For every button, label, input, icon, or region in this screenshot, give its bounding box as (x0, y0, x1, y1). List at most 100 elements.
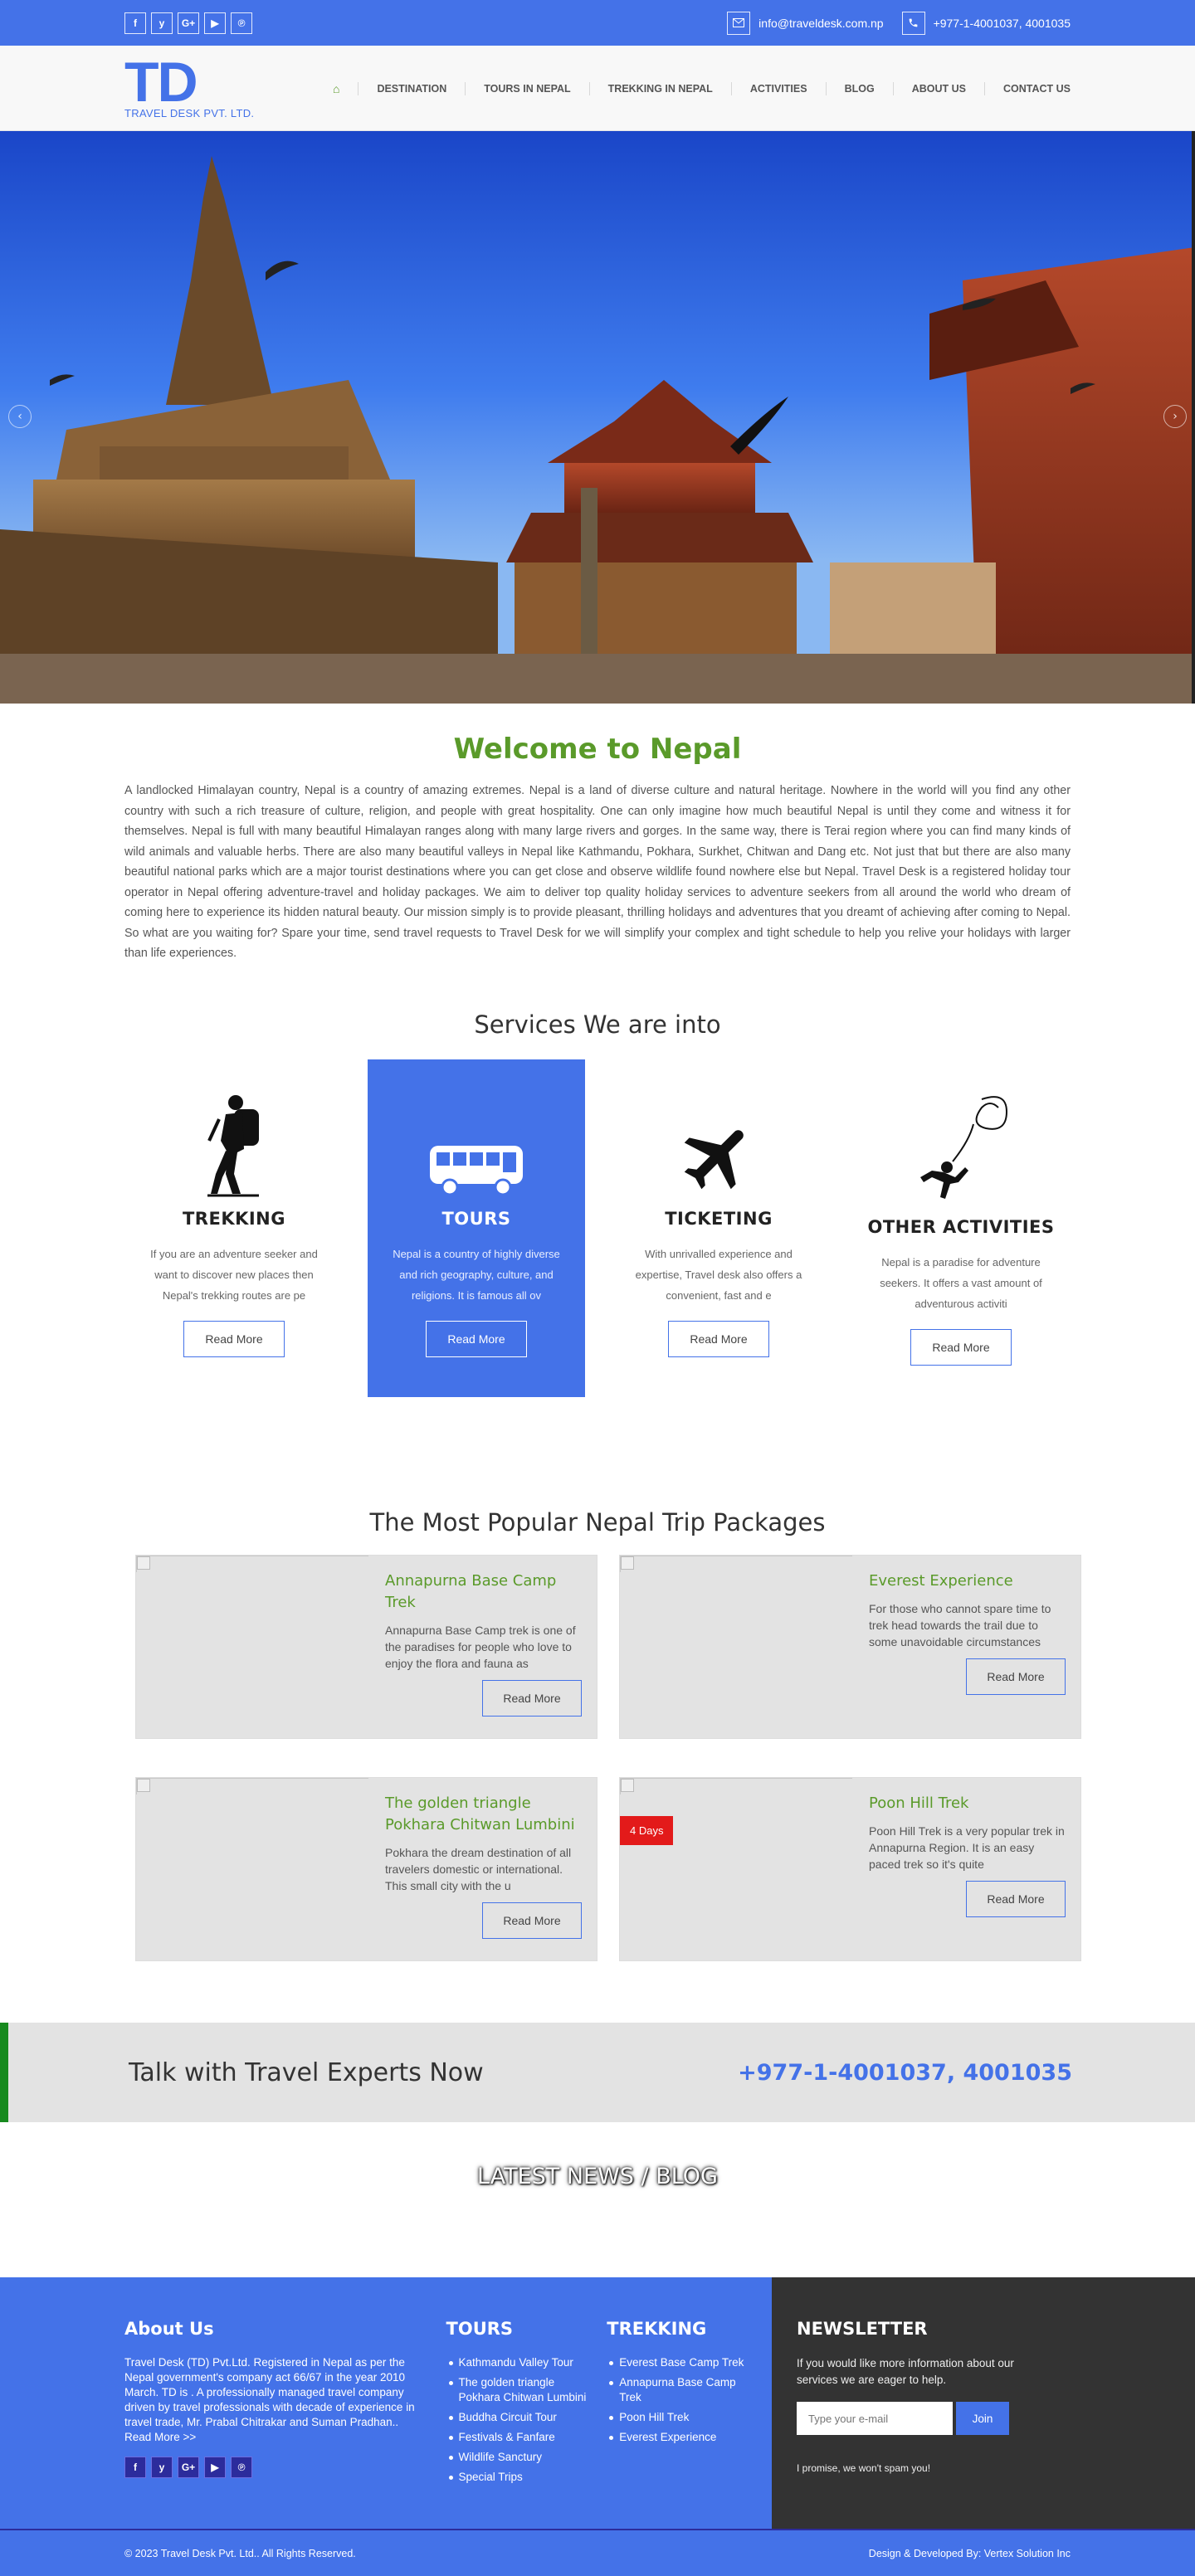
service-title: TOURS (441, 1209, 511, 1229)
email-text: info@traveldesk.com.np (758, 16, 884, 30)
package-info: Everest Experience For those who cannot s… (852, 1556, 1080, 1738)
package-image[interactable] (620, 1556, 852, 1572)
top-bar: f y G+ ▶ ℗ info@traveldesk.com.np +977-1-400… (0, 0, 1195, 46)
talk-lead: Talk with Travel Experts Now (129, 2057, 484, 2087)
phone-contact[interactable]: +977-1-4001037, 4001035 (901, 11, 1071, 35)
package-title[interactable]: The golden triangle Pokhara Chitwan Lumb… (385, 1793, 582, 1836)
footer-tour-link[interactable]: Buddha Circuit Tour (446, 2410, 588, 2425)
package-card[interactable]: The golden triangle Pokhara Chitwan Lumb… (135, 1777, 598, 1961)
package-read-more-button[interactable]: Read More (966, 1658, 1066, 1695)
footer-newsletter: NEWSLETTER If you would like more inform… (772, 2277, 1195, 2530)
package-info: The golden triangle Pokhara Chitwan Lumb… (368, 1778, 597, 1960)
google-plus-icon[interactable]: G+ (178, 2457, 199, 2478)
slider-prev-button[interactable]: ‹ (8, 405, 32, 428)
services-title: Services We are into (474, 1010, 721, 1039)
footer-tours-list: Kathmandu Valley Tour The golden triangle… (446, 2355, 607, 2485)
copyright-bar: © 2023 Travel Desk Pvt. Ltd.. All Rights… (0, 2529, 1195, 2576)
package-title[interactable]: Everest Experience (869, 1570, 1066, 1592)
nav-trekking-in-nepal[interactable]: TREKKING IN NEPAL (588, 81, 731, 95)
pinterest-icon[interactable]: ℗ (231, 12, 252, 34)
talk-phone[interactable]: +977-1-4001037, 4001035 (738, 2060, 1072, 2086)
footer-trek-link[interactable]: Everest Experience (607, 2430, 748, 2445)
service-title: TREKKING (182, 1209, 285, 1229)
package-image[interactable] (136, 1556, 368, 1572)
google-plus-icon[interactable]: G+ (178, 12, 199, 34)
bus-icon (427, 1091, 526, 1199)
packages-section: The Most Popular Nepal Trip Packages Ann… (0, 1508, 1195, 2023)
footer-trek-link[interactable]: Poon Hill Trek (607, 2410, 748, 2425)
service-title: OTHER ACTIVITIES (867, 1217, 1055, 1237)
footer-tours: TOURS Kathmandu Valley Tour The golden tr… (446, 2319, 607, 2530)
newsletter-email-input[interactable] (797, 2402, 953, 2435)
service-text: If you are an adventure seeker and want … (150, 1248, 318, 1302)
newsletter-text: If you would like more information about… (797, 2357, 1014, 2386)
youtube-icon[interactable]: ▶ (204, 2457, 226, 2478)
nav-about-us[interactable]: ABOUT US (892, 81, 984, 95)
developer-credit[interactable]: Design & Developed By: Vertex Solution I… (869, 2548, 1071, 2559)
service-card-tours[interactable]: TOURS Nepal is a country of highly divers… (368, 1059, 585, 1397)
youtube-icon[interactable]: ▶ (204, 12, 226, 34)
package-text: Pokhara the dream destination of all tra… (385, 1846, 572, 1892)
nav-blog[interactable]: BLOG (825, 81, 893, 95)
package-image[interactable] (136, 1778, 368, 1794)
footer-tour-link[interactable]: The golden triangle Pokhara Chitwan Lumb… (446, 2375, 588, 2405)
site-header: TD TRAVEL DESK PVT. LTD. ⌂ DESTINATION TOU… (0, 46, 1195, 131)
footer-tours-title: TOURS (446, 2319, 514, 2339)
facebook-icon[interactable]: f (124, 12, 146, 34)
service-read-more-button[interactable]: Read More (183, 1321, 285, 1357)
services-section: Services We are into TREKKING If you are … (0, 1010, 1195, 1508)
nav-tours-in-nepal[interactable]: TOURS IN NEPAL (465, 81, 588, 95)
package-image[interactable] (620, 1778, 852, 1794)
package-text: Annapurna Base Camp trek is one of the p… (385, 1624, 576, 1670)
hero-image (0, 131, 1195, 704)
hiker-icon (201, 1091, 267, 1199)
newsletter-title: NEWSLETTER (797, 2319, 928, 2339)
service-card-trekking[interactable]: TREKKING If you are an adventure seeker a… (125, 1059, 343, 1397)
twitter-icon[interactable]: y (151, 2457, 173, 2478)
service-read-more-button[interactable]: Read More (910, 1329, 1012, 1366)
services-list: TREKKING If you are an adventure seeker a… (112, 1059, 1083, 1397)
pinterest-icon[interactable]: ℗ (231, 2457, 252, 2478)
package-card[interactable]: Everest Experience For those who cannot s… (619, 1555, 1081, 1739)
phone-icon (901, 11, 925, 35)
package-read-more-button[interactable]: Read More (482, 1680, 582, 1717)
service-card-other-activities[interactable]: OTHER ACTIVITIES Nepal is a paradise for … (852, 1059, 1070, 1397)
package-title[interactable]: Poon Hill Trek (869, 1793, 1066, 1814)
package-text: For those who cannot spare time to trek … (869, 1602, 1051, 1648)
nav-activities[interactable]: ACTIVITIES (730, 81, 826, 95)
footer-trekking-list: Everest Base Camp Trek Annapurna Base Cam… (607, 2355, 772, 2445)
phone-text: +977-1-4001037, 4001035 (933, 16, 1071, 30)
newsletter-join-button[interactable]: Join (956, 2402, 1009, 2435)
footer-trek-link[interactable]: Everest Base Camp Trek (607, 2355, 748, 2370)
package-read-more-button[interactable]: Read More (966, 1881, 1066, 1917)
package-title[interactable]: Annapurna Base Camp Trek (385, 1570, 582, 1614)
package-read-more-button[interactable]: Read More (482, 1902, 582, 1939)
footer-trek-link[interactable]: Annapurna Base Camp Trek (607, 2375, 748, 2405)
airplane-icon (677, 1091, 760, 1199)
welcome-text: A landlocked Himalayan country, Nepal is… (124, 784, 1071, 960)
email-contact[interactable]: info@traveldesk.com.np (727, 11, 884, 35)
logo[interactable]: TD TRAVEL DESK PVT. LTD. (124, 51, 254, 119)
package-card[interactable]: 4 Days Poon Hill Trek Poon Hill Trek is a … (619, 1777, 1081, 1961)
hero-edge (1192, 131, 1195, 704)
package-info: Poon Hill Trek Poon Hill Trek is a very p… (852, 1778, 1080, 1960)
nav-contact-us[interactable]: CONTACT US (983, 81, 1071, 95)
service-read-more-button[interactable]: Read More (668, 1321, 769, 1357)
footer-tour-link[interactable]: Special Trips (446, 2470, 588, 2485)
talk-banner: Talk with Travel Experts Now +977-1-4001… (0, 2023, 1195, 2122)
nav-home[interactable]: ⌂ (315, 82, 358, 95)
facebook-icon[interactable]: f (124, 2457, 146, 2478)
service-read-more-button[interactable]: Read More (426, 1321, 527, 1357)
twitter-icon[interactable]: y (151, 12, 173, 34)
newsletter-form: Join (797, 2402, 1195, 2435)
footer-tour-link[interactable]: Festivals & Fanfare (446, 2430, 588, 2445)
nav-destination[interactable]: DESTINATION (358, 81, 465, 95)
slider-next-button[interactable]: › (1163, 405, 1187, 428)
footer-trekking-title: TREKKING (607, 2319, 707, 2339)
footer-tour-link[interactable]: Wildlife Sanctury (446, 2450, 588, 2465)
logo-mark: TD (124, 51, 198, 114)
copyright-text: © 2023 Travel Desk Pvt. Ltd.. All Rights… (124, 2547, 356, 2559)
service-card-ticketing[interactable]: TICKETING With unrivalled experience and … (610, 1059, 827, 1397)
footer-tour-link[interactable]: Kathmandu Valley Tour (446, 2355, 588, 2370)
package-card[interactable]: Annapurna Base Camp Trek Annapurna Base C… (135, 1555, 598, 1739)
